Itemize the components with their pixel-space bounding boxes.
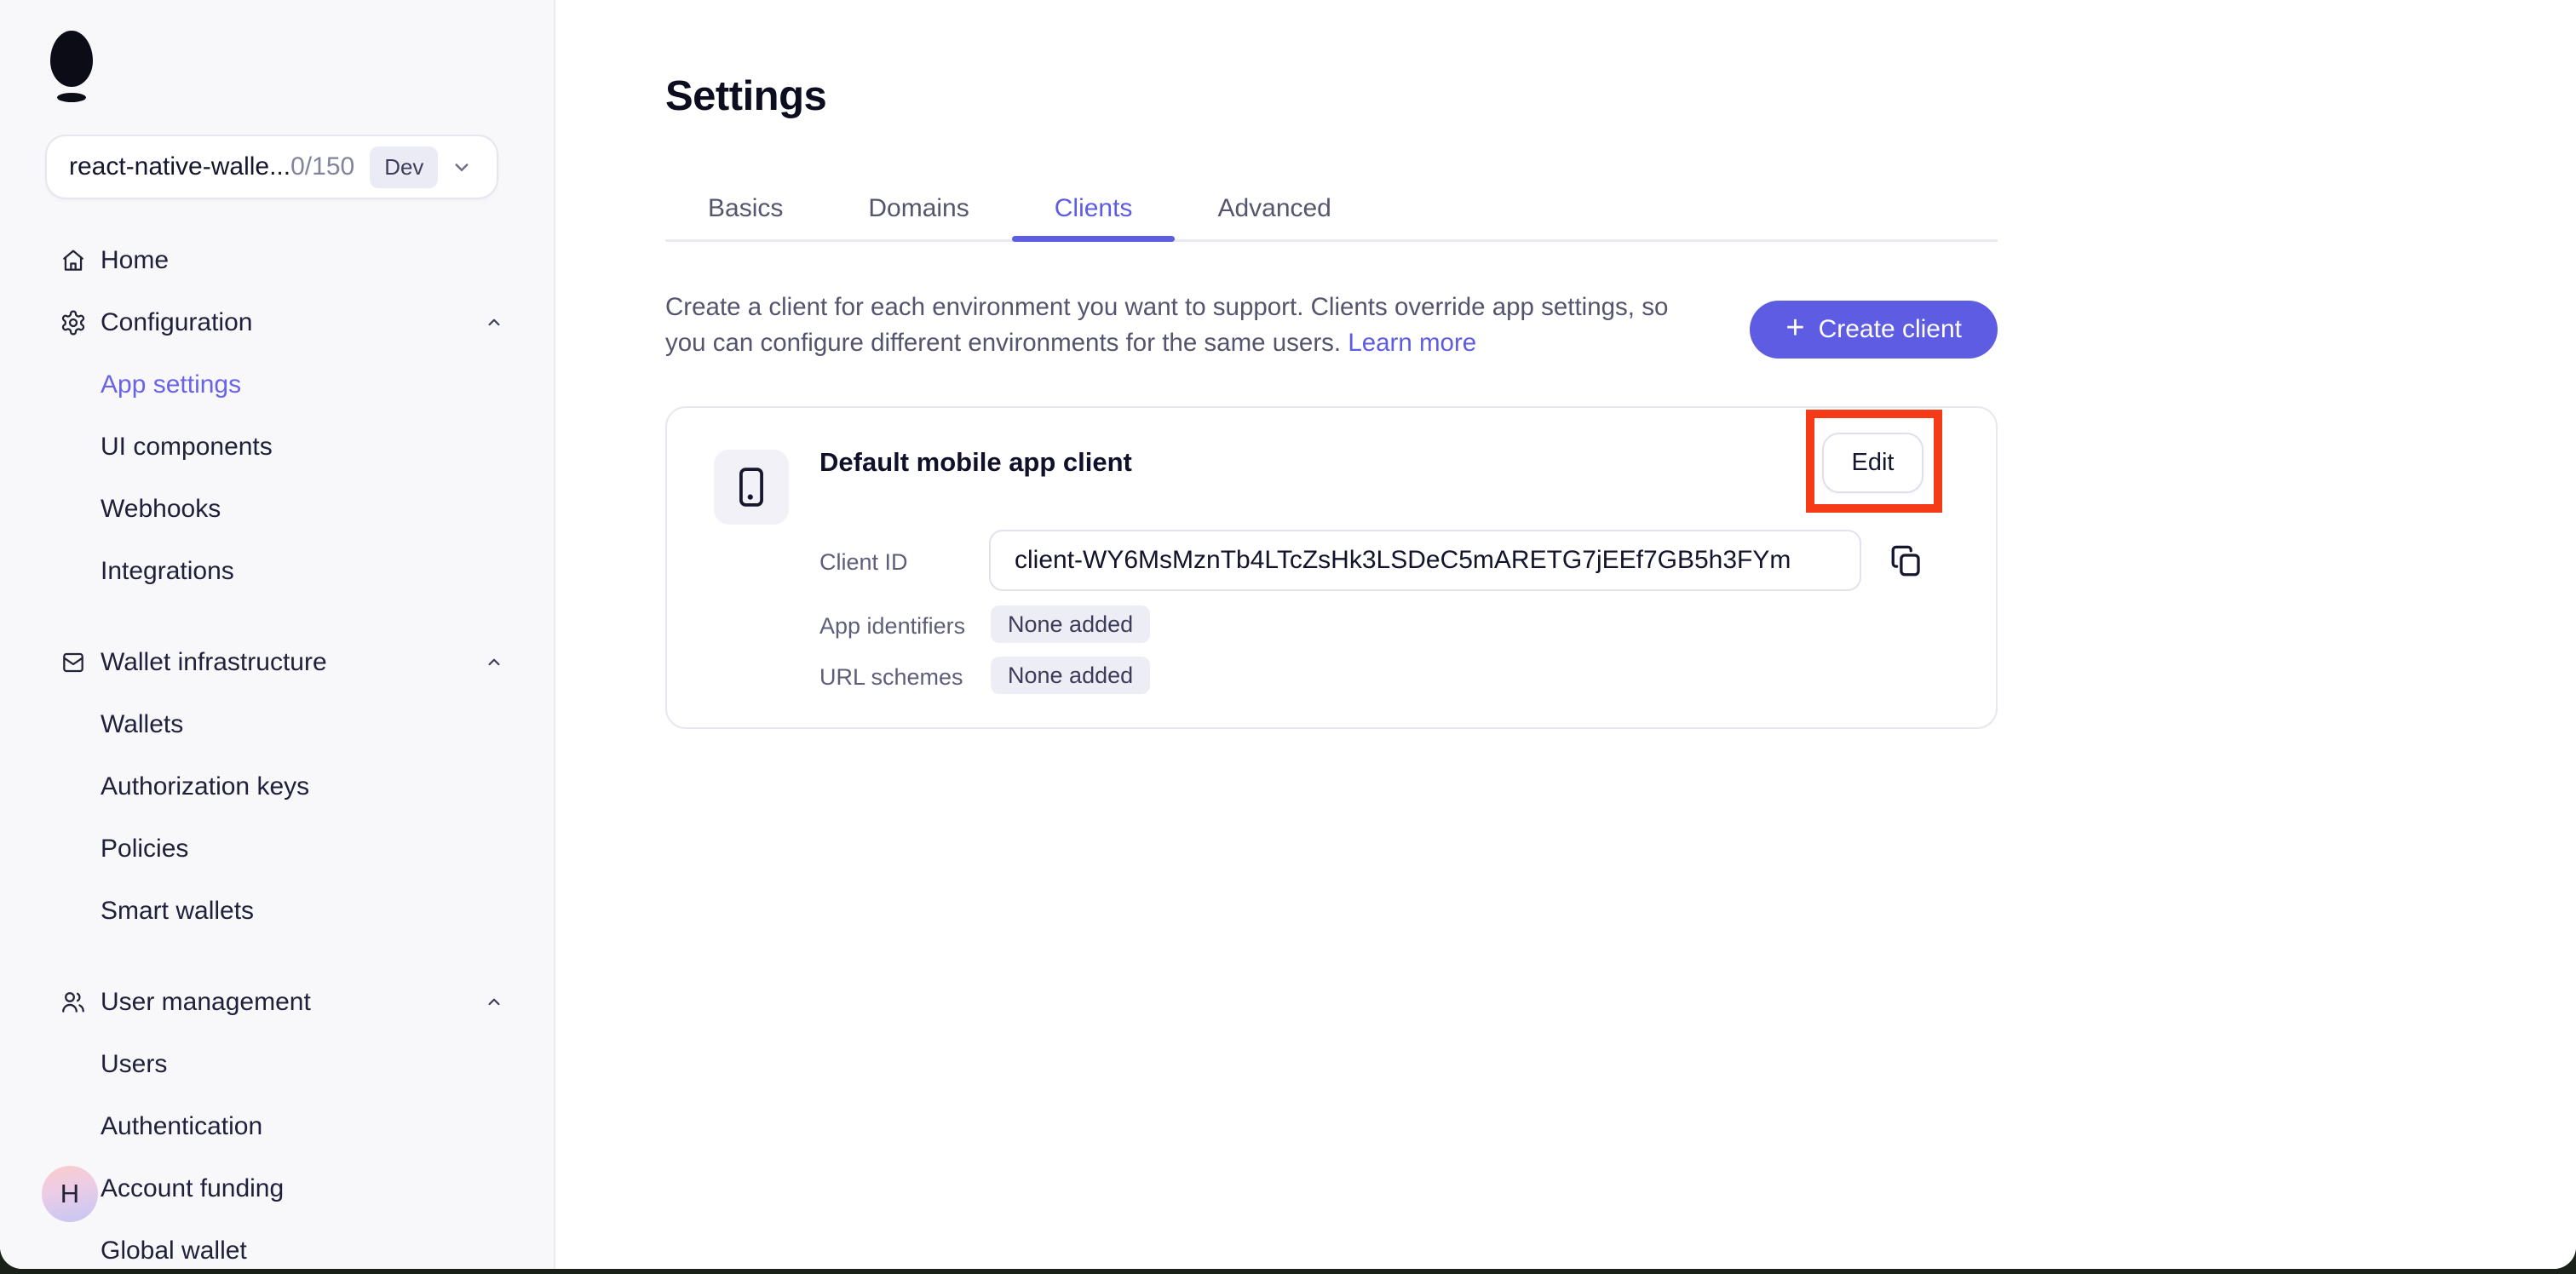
tab-label: Advanced bbox=[1217, 194, 1331, 223]
project-name: react-native-walle... bbox=[69, 152, 290, 181]
client-id-label: Client ID bbox=[819, 549, 908, 576]
sidebar-item-home[interactable]: Home bbox=[0, 229, 554, 291]
chevron-up-icon bbox=[483, 991, 505, 1013]
users-icon bbox=[59, 988, 88, 1017]
learn-more-link[interactable]: Learn more bbox=[1348, 329, 1476, 357]
sidebar-item-label: App settings bbox=[101, 370, 241, 399]
avatar-initial: H bbox=[60, 1179, 79, 1209]
sidebar-item-ui-components[interactable]: UI components bbox=[0, 416, 554, 478]
sidebar-item-integrations[interactable]: Integrations bbox=[0, 540, 554, 602]
clients-section-header: Create a client for each environment you… bbox=[665, 290, 1998, 375]
chevron-up-icon bbox=[483, 312, 505, 334]
sidebar-item-label: UI components bbox=[101, 433, 273, 462]
brand-logo-icon bbox=[48, 31, 99, 107]
sidebar-item-label: Users bbox=[101, 1050, 167, 1079]
copy-icon[interactable] bbox=[1887, 542, 1926, 581]
create-client-button[interactable]: + Create client bbox=[1750, 301, 1998, 359]
logo-egg-shape bbox=[50, 31, 93, 87]
sidebar-item-label: Webhooks bbox=[101, 495, 221, 524]
sidebar-item-webhooks[interactable]: Webhooks bbox=[0, 478, 554, 540]
tab-domains[interactable]: Domains bbox=[825, 177, 1011, 239]
app-window: react-native-walle... 0/150 Dev Home Con… bbox=[0, 0, 2576, 1269]
project-usage: 0/150 bbox=[290, 152, 354, 181]
sidebar-item-label: Wallets bbox=[101, 710, 183, 739]
tab-advanced[interactable]: Advanced bbox=[1175, 177, 1373, 239]
sidebar: react-native-walle... 0/150 Dev Home Con… bbox=[0, 0, 555, 1269]
sidebar-item-label: Authentication bbox=[101, 1112, 262, 1141]
sidebar-item-label: Policies bbox=[101, 835, 188, 864]
create-client-label: Create client bbox=[1819, 315, 1962, 344]
client-id-input[interactable]: client-WY6MsMznTb4LTcZsHk3LSDeC5mARETG7j… bbox=[989, 530, 1861, 591]
url-schemes-label: URL schemes bbox=[819, 664, 963, 691]
wallet-icon bbox=[59, 648, 88, 677]
chevron-down-icon bbox=[449, 154, 474, 180]
user-avatar[interactable]: H bbox=[42, 1166, 98, 1222]
sidebar-item-label: Authorization keys bbox=[101, 772, 309, 801]
sidebar-item-wallets[interactable]: Wallets bbox=[0, 693, 554, 755]
main-content: Settings Basics Domains Clients Advanced… bbox=[555, 0, 2576, 1269]
sidebar-item-label: Configuration bbox=[101, 308, 252, 337]
sidebar-item-label: Smart wallets bbox=[101, 897, 254, 926]
sidebar-nav: Home Configuration App settings UI compo… bbox=[0, 229, 554, 1269]
chevron-up-icon bbox=[483, 651, 505, 674]
sidebar-item-label: Account funding bbox=[101, 1174, 284, 1203]
sidebar-item-label: Home bbox=[101, 246, 169, 275]
tab-label: Basics bbox=[708, 194, 783, 223]
sidebar-item-label: Global wallet bbox=[101, 1237, 247, 1265]
sidebar-item-wallet-infrastructure[interactable]: Wallet infrastructure bbox=[0, 631, 554, 693]
tab-basics[interactable]: Basics bbox=[665, 177, 825, 239]
description-line-2: you can configure different environments… bbox=[665, 329, 1341, 357]
sidebar-item-authentication[interactable]: Authentication bbox=[0, 1095, 554, 1157]
sidebar-item-smart-wallets[interactable]: Smart wallets bbox=[0, 880, 554, 942]
sidebar-item-app-settings[interactable]: App settings bbox=[0, 353, 554, 416]
sidebar-item-label: Wallet infrastructure bbox=[101, 648, 327, 677]
sidebar-item-policies[interactable]: Policies bbox=[0, 818, 554, 880]
edit-client-button[interactable]: Edit bbox=[1822, 433, 1923, 493]
logo-base-shape bbox=[57, 93, 86, 102]
environment-badge: Dev bbox=[370, 146, 438, 188]
sidebar-item-label: Integrations bbox=[101, 557, 234, 586]
settings-tabs: Basics Domains Clients Advanced bbox=[665, 177, 1998, 242]
mobile-client-icon-box bbox=[714, 450, 789, 525]
sidebar-item-authorization-keys[interactable]: Authorization keys bbox=[0, 755, 554, 818]
page-title: Settings bbox=[665, 72, 826, 120]
mobile-phone-icon bbox=[730, 462, 773, 512]
sidebar-item-configuration[interactable]: Configuration bbox=[0, 291, 554, 353]
client-card: Default mobile app client Edit Client ID… bbox=[665, 406, 1998, 729]
client-card-title: Default mobile app client bbox=[819, 447, 1132, 478]
sidebar-item-users[interactable]: Users bbox=[0, 1033, 554, 1095]
url-schemes-value-badge: None added bbox=[991, 657, 1150, 694]
app-identifiers-value-badge: None added bbox=[991, 605, 1150, 643]
tab-label: Domains bbox=[868, 194, 969, 223]
gear-icon bbox=[59, 308, 88, 337]
sidebar-item-global-wallet[interactable]: Global wallet bbox=[0, 1219, 554, 1269]
sidebar-item-label: User management bbox=[101, 988, 311, 1017]
sidebar-item-user-management[interactable]: User management bbox=[0, 971, 554, 1033]
plus-icon: + bbox=[1785, 312, 1804, 344]
project-selector[interactable]: react-native-walle... 0/150 Dev bbox=[45, 135, 498, 199]
tab-clients[interactable]: Clients bbox=[1012, 177, 1176, 239]
home-icon bbox=[59, 246, 88, 275]
app-identifiers-label: App identifiers bbox=[819, 613, 965, 640]
description-line-1: Create a client for each environment you… bbox=[665, 293, 1668, 321]
tab-label: Clients bbox=[1055, 194, 1133, 223]
